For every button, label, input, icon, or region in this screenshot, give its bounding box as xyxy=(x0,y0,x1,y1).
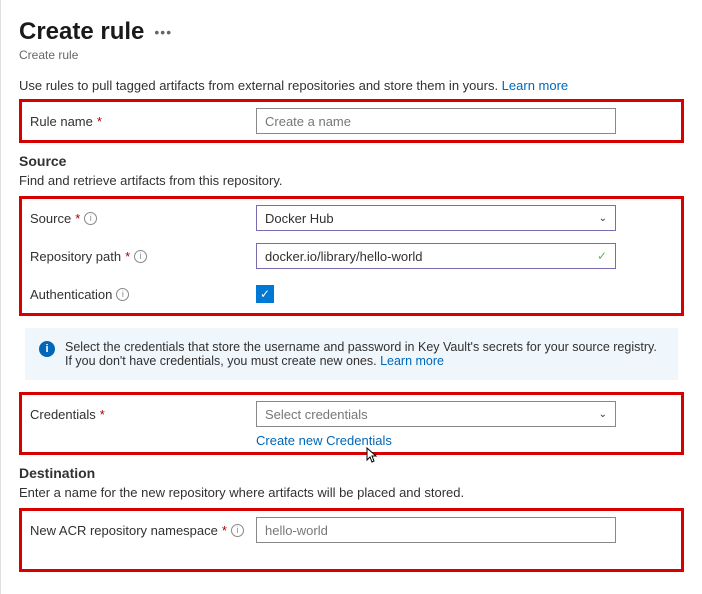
source-select[interactable]: Docker Hub ⌄ xyxy=(256,205,616,231)
repo-path-value: docker.io/library/hello-world xyxy=(265,249,423,264)
intro-text: Use rules to pull tagged artifacts from … xyxy=(19,78,684,93)
repo-path-input[interactable]: docker.io/library/hello-world ✓ xyxy=(256,243,616,269)
check-icon: ✓ xyxy=(597,249,607,263)
source-label: Source xyxy=(30,211,71,226)
cursor-icon xyxy=(366,447,382,466)
required-asterisk: * xyxy=(100,407,105,422)
credentials-select[interactable]: Select credentials ⌄ xyxy=(256,401,616,427)
credentials-info-box: i Select the credentials that store the … xyxy=(25,328,678,380)
rule-name-group: Rule name * xyxy=(19,99,684,143)
page-title: Create rule xyxy=(19,18,144,46)
authentication-checkbox[interactable]: ✓ xyxy=(256,285,274,303)
intro-learn-more-link[interactable]: Learn more xyxy=(502,78,568,93)
namespace-label: New ACR repository namespace xyxy=(30,523,218,538)
info-icon: i xyxy=(39,341,55,357)
info-text: Select the credentials that store the us… xyxy=(65,340,657,368)
info-icon[interactable]: i xyxy=(231,524,244,537)
namespace-group: New ACR repository namespace * i xyxy=(19,508,684,572)
required-asterisk: * xyxy=(75,211,80,226)
destination-heading: Destination xyxy=(19,465,684,481)
chevron-down-icon: ⌄ xyxy=(599,409,607,420)
source-select-value: Docker Hub xyxy=(265,211,334,226)
info-learn-more-link[interactable]: Learn more xyxy=(380,354,444,368)
intro-body: Use rules to pull tagged artifacts from … xyxy=(19,78,502,93)
info-icon[interactable]: i xyxy=(116,288,129,301)
source-group: Source * i Docker Hub ⌄ Repository path … xyxy=(19,196,684,316)
credentials-placeholder: Select credentials xyxy=(265,407,368,422)
source-heading: Source xyxy=(19,153,684,169)
info-icon[interactable]: i xyxy=(84,212,97,225)
source-subheading: Find and retrieve artifacts from this re… xyxy=(19,173,684,188)
required-asterisk: * xyxy=(125,249,130,264)
rule-name-label: Rule name xyxy=(30,114,93,129)
info-icon[interactable]: i xyxy=(134,250,147,263)
authentication-label: Authentication xyxy=(30,287,112,302)
page-subtitle: Create rule xyxy=(19,48,684,62)
namespace-input[interactable] xyxy=(256,517,616,543)
credentials-group: Credentials * Select credentials ⌄ Creat… xyxy=(19,392,684,455)
credentials-label: Credentials xyxy=(30,407,96,422)
chevron-down-icon: ⌄ xyxy=(599,213,607,224)
more-icon[interactable]: ••• xyxy=(154,24,172,40)
required-asterisk: * xyxy=(97,114,102,129)
create-credentials-link[interactable]: Create new Credentials xyxy=(256,433,392,448)
required-asterisk: * xyxy=(222,523,227,538)
rule-name-input[interactable] xyxy=(256,108,616,134)
destination-subheading: Enter a name for the new repository wher… xyxy=(19,485,684,500)
repo-path-label: Repository path xyxy=(30,249,121,264)
